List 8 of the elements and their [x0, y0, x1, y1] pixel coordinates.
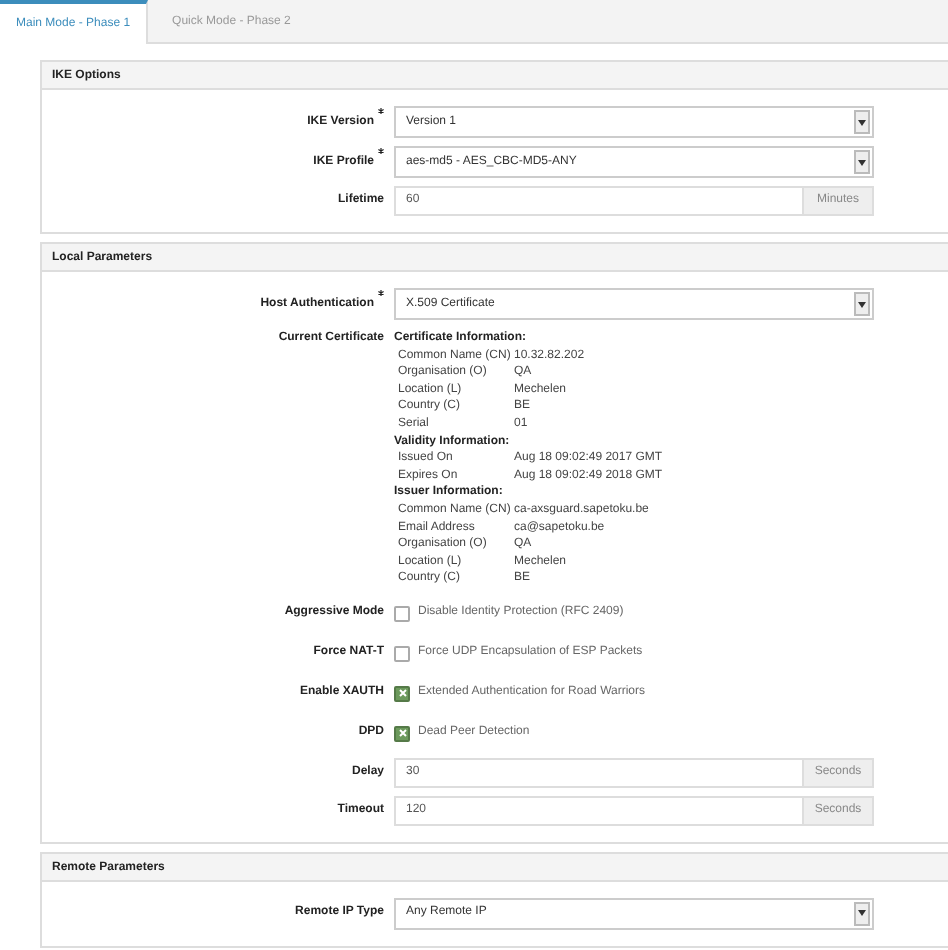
caret-icon — [854, 150, 870, 174]
checkbox[interactable] — [394, 725, 410, 742]
caret-icon — [854, 110, 870, 134]
checkbox[interactable] — [394, 605, 410, 622]
checkbox[interactable] — [394, 645, 410, 662]
caret-icon — [854, 901, 870, 926]
caret-icon — [854, 292, 870, 316]
checkbox[interactable] — [394, 685, 410, 702]
